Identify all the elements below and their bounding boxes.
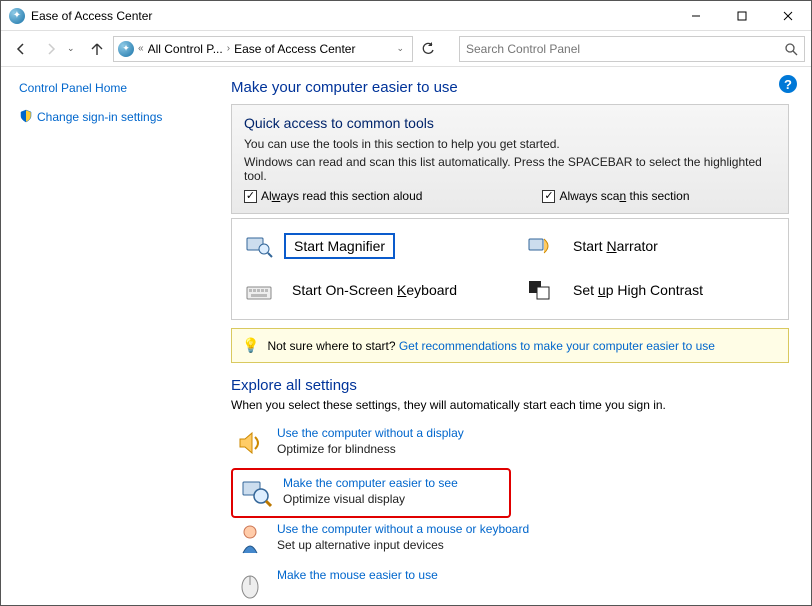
content: ? Make your computer easier to use Quick… xyxy=(221,67,811,605)
hint-text: Not sure where to start? xyxy=(267,339,398,353)
maximize-button[interactable] xyxy=(719,1,765,31)
quick-access-box: Quick access to common tools You can use… xyxy=(231,104,789,214)
contrast-icon xyxy=(525,277,555,303)
narrator-icon xyxy=(525,233,555,259)
magnifier-icon xyxy=(244,233,274,259)
setup-high-contrast[interactable]: Set up High Contrast xyxy=(525,277,776,303)
help-icon[interactable]: ? xyxy=(779,75,797,93)
start-narrator[interactable]: Start Narrator xyxy=(525,233,776,259)
change-signin-link[interactable]: Change sign-in settings xyxy=(19,109,213,124)
back-button[interactable] xyxy=(7,35,35,63)
always-read-checkbox[interactable]: ✓ Always read this section aloud xyxy=(244,189,422,203)
keyboard-icon xyxy=(244,277,274,303)
close-button[interactable] xyxy=(765,1,811,31)
app-icon: ✦ xyxy=(9,8,25,24)
navbar: ⌄ ✦ « All Control P... › Ease of Access … xyxy=(1,31,811,67)
person-icon xyxy=(233,522,267,556)
speaker-icon xyxy=(233,426,267,460)
setting-easier-to-see: Make the computer easier to see Optimize… xyxy=(231,468,511,518)
explore-heading: Explore all settings xyxy=(231,377,789,394)
breadcrumb-page[interactable]: Ease of Access Center xyxy=(234,42,355,56)
page-title: Make your computer easier to use xyxy=(231,79,789,96)
breadcrumb[interactable]: ✦ « All Control P... › Ease of Access Ce… xyxy=(113,36,413,62)
breadcrumb-root[interactable]: All Control P... xyxy=(148,42,223,56)
breadcrumb-dropdown[interactable]: ⌄ xyxy=(392,43,408,54)
up-button[interactable] xyxy=(83,35,111,63)
checkbox-icon: ✓ xyxy=(244,190,257,203)
checkbox-icon: ✓ xyxy=(542,190,555,203)
chevron-icon: « xyxy=(136,43,146,54)
setting-sub: Optimize for blindness xyxy=(277,442,464,456)
mouse-icon xyxy=(233,568,267,602)
setting-link[interactable]: Make the computer easier to see xyxy=(283,476,458,490)
setting-without-mouse-keyboard: Use the computer without a mouse or keyb… xyxy=(231,518,789,564)
search-icon[interactable] xyxy=(784,42,798,56)
setting-sub: Set up alternative input devices xyxy=(277,538,529,552)
recommendations-hint: 💡 Not sure where to start? Get recommend… xyxy=(231,328,789,363)
window-title: Ease of Access Center xyxy=(31,9,152,23)
explore-desc: When you select these settings, they wil… xyxy=(231,398,789,412)
quick-line1: You can use the tools in this section to… xyxy=(244,137,776,151)
start-magnifier[interactable]: Start Magnifier xyxy=(244,233,495,259)
search-input[interactable] xyxy=(466,42,784,56)
minimize-button[interactable] xyxy=(673,1,719,31)
quick-heading: Quick access to common tools xyxy=(244,115,776,131)
magnifier-display-icon xyxy=(239,476,273,510)
recommendations-link[interactable]: Get recommendations to make your compute… xyxy=(399,339,715,353)
always-scan-checkbox[interactable]: ✓ Always scan this section xyxy=(542,189,689,203)
setting-link[interactable]: Make the mouse easier to use xyxy=(277,568,438,582)
setting-sub: Optimize visual display xyxy=(283,492,458,506)
recent-dropdown[interactable]: ⌄ xyxy=(67,43,81,54)
setting-link[interactable]: Use the computer without a mouse or keyb… xyxy=(277,522,529,536)
sidebar: Control Panel Home Change sign-in settin… xyxy=(1,67,221,605)
search-box[interactable] xyxy=(459,36,805,62)
setting-without-display: Use the computer without a display Optim… xyxy=(231,422,789,468)
tools-box: Start Magnifier Start Narrator Start On-… xyxy=(231,218,789,320)
forward-button[interactable] xyxy=(37,35,65,63)
titlebar: ✦ Ease of Access Center xyxy=(1,1,811,31)
quick-line2: Windows can read and scan this list auto… xyxy=(244,155,776,183)
setting-link[interactable]: Use the computer without a display xyxy=(277,426,464,440)
refresh-button[interactable] xyxy=(421,42,445,56)
control-panel-home-link[interactable]: Control Panel Home xyxy=(19,81,213,95)
chevron-right-icon: › xyxy=(225,43,232,54)
setting-mouse-easier: Make the mouse easier to use xyxy=(231,564,789,605)
location-icon: ✦ xyxy=(118,41,134,57)
start-osk[interactable]: Start On-Screen Keyboard xyxy=(244,277,495,303)
lightbulb-icon: 💡 xyxy=(242,337,259,354)
shield-icon xyxy=(19,109,33,123)
